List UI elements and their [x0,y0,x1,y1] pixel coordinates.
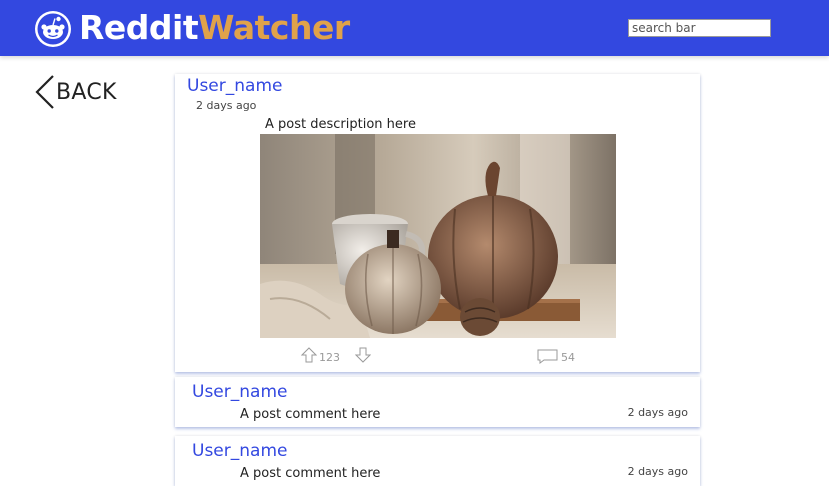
post-username[interactable]: User_name [187,76,282,96]
comment-timestamp: 2 days ago [627,465,688,478]
comment-text: A post comment here [240,466,381,481]
back-button[interactable]: BACK [34,74,117,110]
pumpkins-photo [260,134,616,338]
brand-part-reddit: Reddit [79,8,199,47]
app-title[interactable]: RedditWatcher [79,7,350,49]
post-timestamp: 2 days ago [196,99,257,112]
comment-timestamp: 2 days ago [627,406,688,419]
brand-part-watcher: Watcher [198,8,350,47]
comment-count: 54 [561,351,575,364]
app-header: RedditWatcher [0,0,829,56]
post-description: A post description here [265,117,416,132]
downvote-arrow-icon[interactable] [355,347,371,363]
post-card: User_name 2 days ago A post description … [175,74,700,372]
comment-card: User_name A post comment here 2 days ago [175,436,700,486]
upvote-arrow-icon[interactable] [301,347,317,363]
comment-text: A post comment here [240,407,381,422]
comment-bubble-icon[interactable] [537,349,558,364]
post-image[interactable] [260,134,616,338]
comment-username[interactable]: User_name [192,382,287,402]
chevron-left-icon [35,75,54,109]
upvote-count: 123 [319,351,340,364]
back-label: BACK [56,79,117,105]
comment-card: User_name A post comment here 2 days ago [175,377,700,427]
search-input[interactable] [628,19,771,37]
comment-username[interactable]: User_name [192,441,287,461]
reddit-alien-icon[interactable] [35,11,71,47]
post-actions: 123 54 [175,346,700,366]
